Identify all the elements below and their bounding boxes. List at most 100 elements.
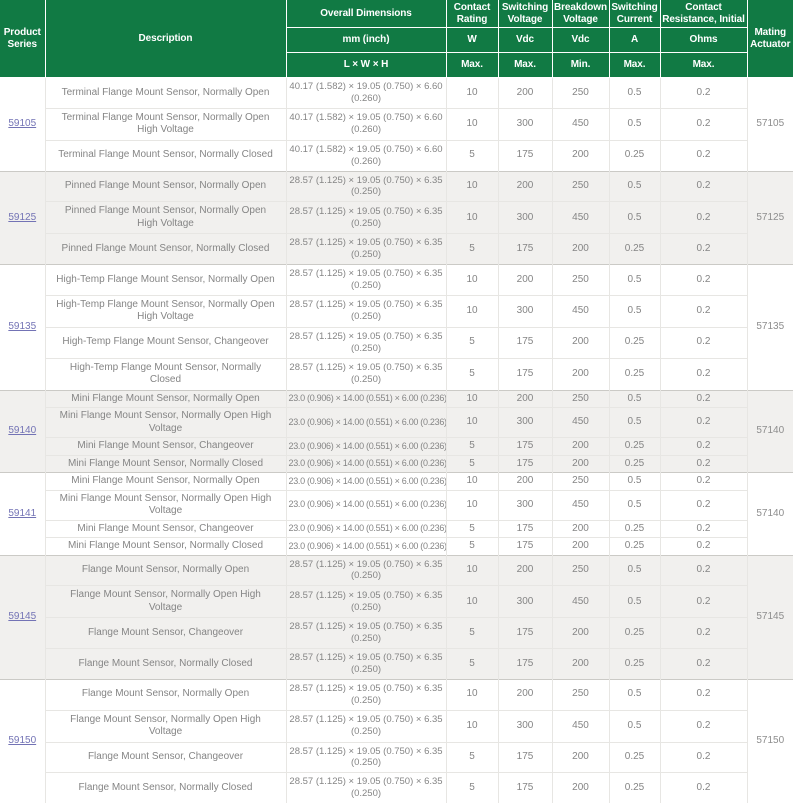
breakdown-voltage-cell: 200 <box>552 520 609 538</box>
description-cell: Mini Flange Mount Sensor, Normally Open <box>45 390 286 408</box>
contact-rating-cell: 10 <box>446 490 498 520</box>
switching-current-cell: 0.25 <box>609 327 660 358</box>
description-cell: Mini Flange Mount Sensor, Normally Open <box>45 473 286 491</box>
contact-resistance-cell: 0.2 <box>660 171 747 202</box>
contact-resistance-cell: 0.2 <box>660 234 747 265</box>
description-cell: Terminal Flange Mount Sensor, Normally O… <box>45 78 286 109</box>
description-cell: Mini Flange Mount Sensor, Normally Open … <box>45 490 286 520</box>
switching-current-cell: 0.25 <box>609 520 660 538</box>
table-body: 59105 Terminal Flange Mount Sensor, Norma… <box>0 78 793 803</box>
table-row: Mini Flange Mount Sensor, Changeover23.0… <box>0 438 793 456</box>
switching-voltage-cell: 175 <box>498 649 552 680</box>
contact-resistance-cell: 0.2 <box>660 202 747 234</box>
switching-voltage-cell: 200 <box>498 679 552 710</box>
dimensions-cell: 28.57 (1.125) × 19.05 (0.750) × 6.35 (0.… <box>286 586 446 618</box>
description-cell: Flange Mount Sensor, Normally Open <box>45 679 286 710</box>
contact-resistance-cell: 0.2 <box>660 327 747 358</box>
header-product-series: Product Series <box>0 0 45 78</box>
breakdown-voltage-cell: 250 <box>552 171 609 202</box>
contact-resistance-cell: 0.2 <box>660 649 747 680</box>
product-series-link[interactable]: 59135 <box>8 321 36 332</box>
table-row: High-Temp Flange Mount Sensor, Normally … <box>0 295 793 327</box>
contact-rating-cell: 10 <box>446 408 498 438</box>
switching-voltage-cell: 300 <box>498 586 552 618</box>
dimensions-cell: 28.57 (1.125) × 19.05 (0.750) × 6.35 (0.… <box>286 234 446 265</box>
header-dimensions-unit: mm (inch) <box>286 28 446 53</box>
contact-rating-cell: 5 <box>446 538 498 556</box>
header-description: Description <box>45 0 286 78</box>
dimensions-cell: 40.17 (1.582) × 19.05 (0.750) × 6.60 (0.… <box>286 140 446 171</box>
dimensions-cell: 28.57 (1.125) × 19.05 (0.750) × 6.35 (0.… <box>286 742 446 773</box>
product-spec-table: Product Series Description Overall Dimen… <box>0 0 793 803</box>
mating-actuator-cell: 57140 <box>747 473 793 556</box>
dimensions-cell: 28.57 (1.125) × 19.05 (0.750) × 6.35 (0.… <box>286 555 446 586</box>
contact-resistance-cell: 0.2 <box>660 555 747 586</box>
header-overall-dimensions: Overall Dimensions <box>286 0 446 28</box>
switching-voltage-cell: 200 <box>498 555 552 586</box>
table-row: 59150Flange Mount Sensor, Normally Open2… <box>0 679 793 710</box>
contact-rating-cell: 10 <box>446 390 498 408</box>
product-series-link[interactable]: 59105 <box>8 118 36 129</box>
switching-current-cell: 0.5 <box>609 586 660 618</box>
table-row: Mini Flange Mount Sensor, Normally Open … <box>0 408 793 438</box>
dimensions-cell: 23.0 (0.906) × 14.00 (0.551) × 6.00 (0.2… <box>286 455 446 473</box>
table-row: 59125Pinned Flange Mount Sensor, Normall… <box>0 171 793 202</box>
contact-resistance-cell: 0.2 <box>660 295 747 327</box>
switching-current-cell: 0.5 <box>609 490 660 520</box>
product-series-link[interactable]: 59145 <box>8 611 36 622</box>
switching-voltage-cell: 175 <box>498 140 552 171</box>
header-mating-actuator: Mating Actuator <box>747 0 793 78</box>
contact-rating-cell: 5 <box>446 358 498 390</box>
mating-actuator-cell: 57140 <box>747 390 793 473</box>
switching-current-cell: 0.5 <box>609 710 660 742</box>
description-cell: Flange Mount Sensor, Changeover <box>45 618 286 649</box>
header-contact-rating-limit: Max. <box>446 53 498 78</box>
switching-voltage-cell: 300 <box>498 108 552 140</box>
table-row: 59135High-Temp Flange Mount Sensor, Norm… <box>0 265 793 296</box>
header-switching-current: Switching Current <box>609 0 660 28</box>
product-series-cell: 59141 <box>0 473 45 556</box>
breakdown-voltage-cell: 200 <box>552 438 609 456</box>
contact-resistance-cell: 0.2 <box>660 490 747 520</box>
product-series-link[interactable]: 59140 <box>8 425 36 436</box>
contact-resistance-cell: 0.2 <box>660 455 747 473</box>
contact-resistance-cell: 0.2 <box>660 390 747 408</box>
product-series-link[interactable]: 59125 <box>8 212 36 223</box>
contact-rating-cell: 10 <box>446 555 498 586</box>
header-breakdown-voltage-limit: Min. <box>552 53 609 78</box>
switching-current-cell: 0.5 <box>609 555 660 586</box>
breakdown-voltage-cell: 450 <box>552 586 609 618</box>
description-cell: Pinned Flange Mount Sensor, Normally Clo… <box>45 234 286 265</box>
description-cell: Flange Mount Sensor, Normally Open High … <box>45 710 286 742</box>
header-breakdown-voltage-unit: Vdc <box>552 28 609 53</box>
dimensions-cell: 40.17 (1.582) × 19.05 (0.750) × 6.60 (0.… <box>286 78 446 109</box>
table-row: Mini Flange Mount Sensor, Changeover23.0… <box>0 520 793 538</box>
description-cell: Mini Flange Mount Sensor, Changeover <box>45 520 286 538</box>
product-series-link[interactable]: 59150 <box>8 735 36 746</box>
breakdown-voltage-cell: 200 <box>552 742 609 773</box>
contact-rating-cell: 5 <box>446 438 498 456</box>
mating-actuator-cell: 57105 <box>747 78 793 172</box>
header-contact-resistance-unit: Ohms <box>660 28 747 53</box>
contact-rating-cell: 5 <box>446 140 498 171</box>
breakdown-voltage-cell: 200 <box>552 234 609 265</box>
table-row: Terminal Flange Mount Sensor, Normally C… <box>0 140 793 171</box>
header-switching-voltage: Switching Voltage <box>498 0 552 28</box>
dimensions-cell: 28.57 (1.125) × 19.05 (0.750) × 6.35 (0.… <box>286 202 446 234</box>
switching-voltage-cell: 175 <box>498 327 552 358</box>
product-series-link[interactable]: 59141 <box>8 508 36 519</box>
header-contact-rating: Contact Rating <box>446 0 498 28</box>
dimensions-cell: 23.0 (0.906) × 14.00 (0.551) × 6.00 (0.2… <box>286 473 446 491</box>
switching-current-cell: 0.25 <box>609 438 660 456</box>
description-cell: Flange Mount Sensor, Normally Open High … <box>45 586 286 618</box>
contact-resistance-cell: 0.2 <box>660 438 747 456</box>
switching-voltage-cell: 200 <box>498 78 552 109</box>
switching-voltage-cell: 300 <box>498 710 552 742</box>
contact-rating-cell: 5 <box>446 773 498 803</box>
switching-voltage-cell: 175 <box>498 438 552 456</box>
contact-resistance-cell: 0.2 <box>660 710 747 742</box>
contact-resistance-cell: 0.2 <box>660 538 747 556</box>
table-row: High-Temp Flange Mount Sensor, Changeove… <box>0 327 793 358</box>
switching-voltage-cell: 175 <box>498 773 552 803</box>
description-cell: Terminal Flange Mount Sensor, Normally C… <box>45 140 286 171</box>
